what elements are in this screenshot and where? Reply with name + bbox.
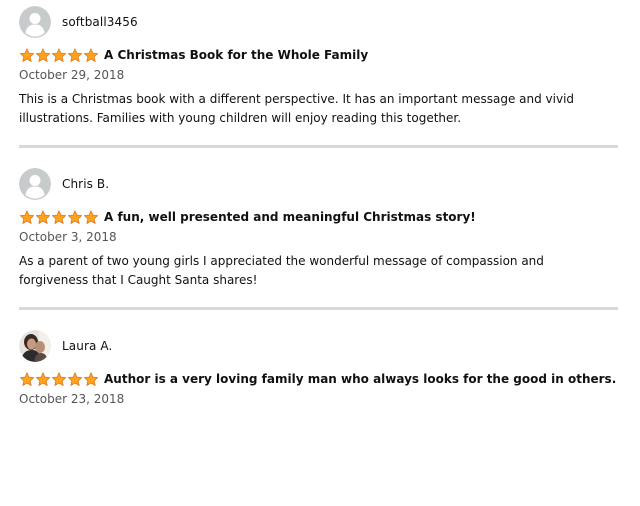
star-rating[interactable] (19, 371, 99, 387)
reviewer-profile[interactable]: Chris B. (19, 168, 618, 200)
star-icon (67, 209, 83, 224)
star-icon (83, 47, 99, 62)
review-divider (19, 145, 618, 148)
star-icon (19, 47, 35, 62)
reviewer-profile[interactable]: Laura A. (19, 330, 618, 362)
reviewer-profile[interactable]: softball3456 (19, 6, 618, 38)
review-date: October 23, 2018 (19, 392, 125, 406)
photo-avatar-icon (19, 330, 51, 362)
review-date: October 3, 2018 (19, 230, 117, 244)
star-icon (19, 371, 35, 386)
star-rating[interactable] (19, 47, 99, 63)
star-rating[interactable] (19, 209, 99, 225)
default-avatar-icon (19, 6, 51, 38)
review-body: As a parent of two young girls I appreci… (19, 254, 544, 287)
star-icon (51, 209, 67, 224)
review-item: Chris B. A fun, well presented and meani… (19, 168, 618, 290)
review-title[interactable]: A Christmas Book for the Whole Family (104, 48, 368, 62)
reviewer-name[interactable]: Laura A. (62, 339, 112, 353)
star-icon (35, 209, 51, 224)
star-icon (67, 371, 83, 386)
star-icon (83, 209, 99, 224)
review-item: softball3456 A Christmas Book for the Wh… (19, 6, 618, 128)
review-item: Laura A. Author is a very loving family … (19, 330, 618, 407)
star-icon (67, 47, 83, 62)
star-icon (35, 47, 51, 62)
star-icon (83, 371, 99, 386)
review-title[interactable]: A fun, well presented and meaningful Chr… (104, 210, 476, 224)
reviewer-name[interactable]: softball3456 (62, 15, 138, 29)
star-icon (35, 371, 51, 386)
star-icon (19, 209, 35, 224)
review-date: October 29, 2018 (19, 68, 125, 82)
star-icon (51, 47, 67, 62)
review-body: This is a Christmas book with a differen… (19, 92, 575, 125)
review-divider (19, 307, 618, 310)
review-title[interactable]: Author is a very loving family man who a… (104, 372, 616, 386)
default-avatar-icon (19, 168, 51, 200)
star-icon (51, 371, 67, 386)
reviewer-name[interactable]: Chris B. (62, 177, 109, 191)
